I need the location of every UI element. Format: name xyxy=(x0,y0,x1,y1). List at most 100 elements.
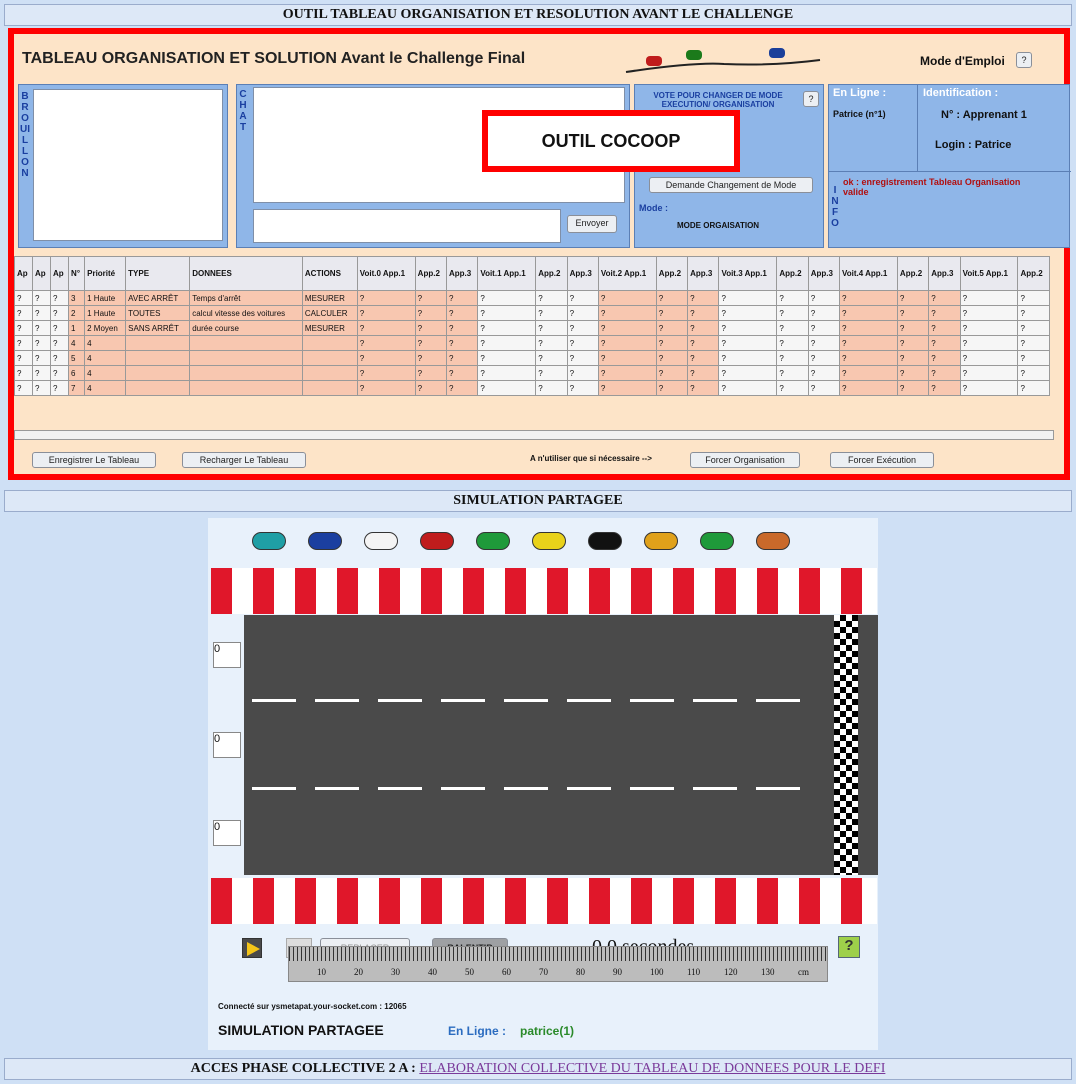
vote-cell[interactable]: ? xyxy=(896,380,930,396)
table-cell[interactable]: 3 xyxy=(68,290,86,306)
vote-cell[interactable]: ? xyxy=(655,320,689,336)
vote-cell[interactable]: ? xyxy=(566,320,599,336)
vote-cell[interactable]: ? xyxy=(718,290,778,306)
vote-cell[interactable]: ? xyxy=(959,350,1019,366)
vote-cell[interactable]: ? xyxy=(928,320,961,336)
brouillon-textarea[interactable] xyxy=(33,89,223,241)
table-row[interactable]: ??? 7 4????????????????? xyxy=(13,380,1050,396)
reload-table-button[interactable]: Recharger Le Tableau xyxy=(182,452,306,468)
vote-cell[interactable]: ? xyxy=(896,335,930,351)
table-cell[interactable] xyxy=(189,350,303,366)
car-brown-icon[interactable] xyxy=(756,532,790,550)
vote-cell[interactable]: ? xyxy=(566,380,599,396)
vote-cell[interactable]: ? xyxy=(535,290,568,306)
table-cell[interactable] xyxy=(189,335,303,351)
vote-cell[interactable]: ? xyxy=(839,350,898,366)
vote-cell[interactable]: ? xyxy=(655,290,689,306)
vote-cell[interactable]: ? xyxy=(535,365,568,381)
vote-cell[interactable]: ? xyxy=(718,335,778,351)
vote-cell[interactable]: ? xyxy=(414,350,448,366)
vote-cell[interactable]: ? xyxy=(928,350,961,366)
vote-cell[interactable]: ? xyxy=(655,335,689,351)
table-cell[interactable]: 4 xyxy=(84,365,127,381)
vote-cell[interactable]: ? xyxy=(807,380,841,396)
vote-cell[interactable]: ? xyxy=(566,365,599,381)
car-teal-icon[interactable] xyxy=(252,532,286,550)
vote-help-button[interactable]: ? xyxy=(803,91,819,107)
vote-cell[interactable]: ? xyxy=(566,290,599,306)
table-cell[interactable]: ? xyxy=(32,320,52,336)
table-cell[interactable]: ? xyxy=(32,380,52,396)
vote-cell[interactable]: ? xyxy=(477,350,537,366)
vote-cell[interactable]: ? xyxy=(959,290,1019,306)
table-cell[interactable]: MESURER xyxy=(301,320,358,336)
car-black-icon[interactable] xyxy=(588,532,622,550)
vote-cell[interactable]: ? xyxy=(597,320,657,336)
vote-cell[interactable]: ? xyxy=(928,380,961,396)
send-button[interactable]: Envoyer xyxy=(567,215,617,233)
vote-cell[interactable]: ? xyxy=(445,305,479,321)
vote-cell[interactable]: ? xyxy=(687,290,720,306)
vote-cell[interactable]: ? xyxy=(839,290,898,306)
vote-cell[interactable]: ? xyxy=(928,290,961,306)
vote-cell[interactable]: ? xyxy=(776,380,809,396)
vote-cell[interactable]: ? xyxy=(839,320,898,336)
vote-cell[interactable]: ? xyxy=(807,335,841,351)
vote-cell[interactable]: ? xyxy=(655,350,689,366)
vote-cell[interactable]: ? xyxy=(445,290,479,306)
table-cell[interactable]: 1 Haute xyxy=(84,305,127,321)
table-cell[interactable]: 4 xyxy=(84,380,127,396)
table-cell[interactable]: 5 xyxy=(68,350,86,366)
table-cell[interactable]: ? xyxy=(50,305,70,321)
table-row[interactable]: ??? 1 2 Moyen SANS ARRÊT durée course MESURER… xyxy=(13,320,1050,336)
mode-emploi-help-button[interactable]: ? xyxy=(1016,52,1032,68)
vote-cell[interactable]: ? xyxy=(807,365,841,381)
table-cell[interactable]: TOUTES xyxy=(125,305,191,321)
vote-cell[interactable]: ? xyxy=(687,365,720,381)
vote-cell[interactable]: ? xyxy=(718,350,778,366)
vote-cell[interactable]: ? xyxy=(687,350,720,366)
vote-cell[interactable]: ? xyxy=(839,305,898,321)
vote-cell[interactable]: ? xyxy=(1017,335,1050,351)
vote-cell[interactable]: ? xyxy=(896,320,930,336)
table-cell[interactable]: ? xyxy=(13,290,34,306)
table-cell[interactable]: ? xyxy=(50,350,70,366)
vote-cell[interactable]: ? xyxy=(414,290,448,306)
play-button[interactable] xyxy=(242,938,262,958)
vote-cell[interactable]: ? xyxy=(807,305,841,321)
vote-cell[interactable]: ? xyxy=(959,335,1019,351)
vote-cell[interactable]: ? xyxy=(445,320,479,336)
vote-cell[interactable]: ? xyxy=(597,335,657,351)
vote-cell[interactable]: ? xyxy=(414,335,448,351)
table-cell[interactable]: ? xyxy=(13,320,34,336)
collective-phase-link[interactable]: ELABORATION COLLECTIVE DU TABLEAU DE DON… xyxy=(419,1061,885,1076)
vote-cell[interactable]: ? xyxy=(535,305,568,321)
table-cell[interactable]: ? xyxy=(13,380,34,396)
table-cell[interactable]: 2 xyxy=(68,305,86,321)
vote-cell[interactable]: ? xyxy=(597,305,657,321)
vote-cell[interactable]: ? xyxy=(414,320,448,336)
car-orange-icon[interactable] xyxy=(644,532,678,550)
vote-cell[interactable]: ? xyxy=(896,305,930,321)
vote-cell[interactable]: ? xyxy=(597,350,657,366)
table-cell[interactable] xyxy=(301,350,358,366)
vote-cell[interactable]: ? xyxy=(445,350,479,366)
vote-cell[interactable]: ? xyxy=(959,320,1019,336)
table-cell[interactable]: 6 xyxy=(68,365,86,381)
table-cell[interactable]: ? xyxy=(50,335,70,351)
car-red-icon[interactable] xyxy=(420,532,454,550)
horizontal-scrollbar[interactable] xyxy=(14,430,1054,440)
table-cell[interactable]: ? xyxy=(32,305,52,321)
vote-cell[interactable]: ? xyxy=(839,335,898,351)
table-cell[interactable]: 7 xyxy=(68,380,86,396)
table-cell[interactable]: ? xyxy=(32,365,52,381)
table-cell[interactable] xyxy=(125,335,191,351)
vote-cell[interactable]: ? xyxy=(776,365,809,381)
vote-cell[interactable]: ? xyxy=(535,350,568,366)
table-cell[interactable] xyxy=(189,380,303,396)
vote-cell[interactable]: ? xyxy=(1017,305,1050,321)
vote-cell[interactable]: ? xyxy=(477,380,537,396)
car-green-icon[interactable] xyxy=(700,532,734,550)
vote-cell[interactable]: ? xyxy=(597,365,657,381)
vote-cell[interactable]: ? xyxy=(687,380,720,396)
